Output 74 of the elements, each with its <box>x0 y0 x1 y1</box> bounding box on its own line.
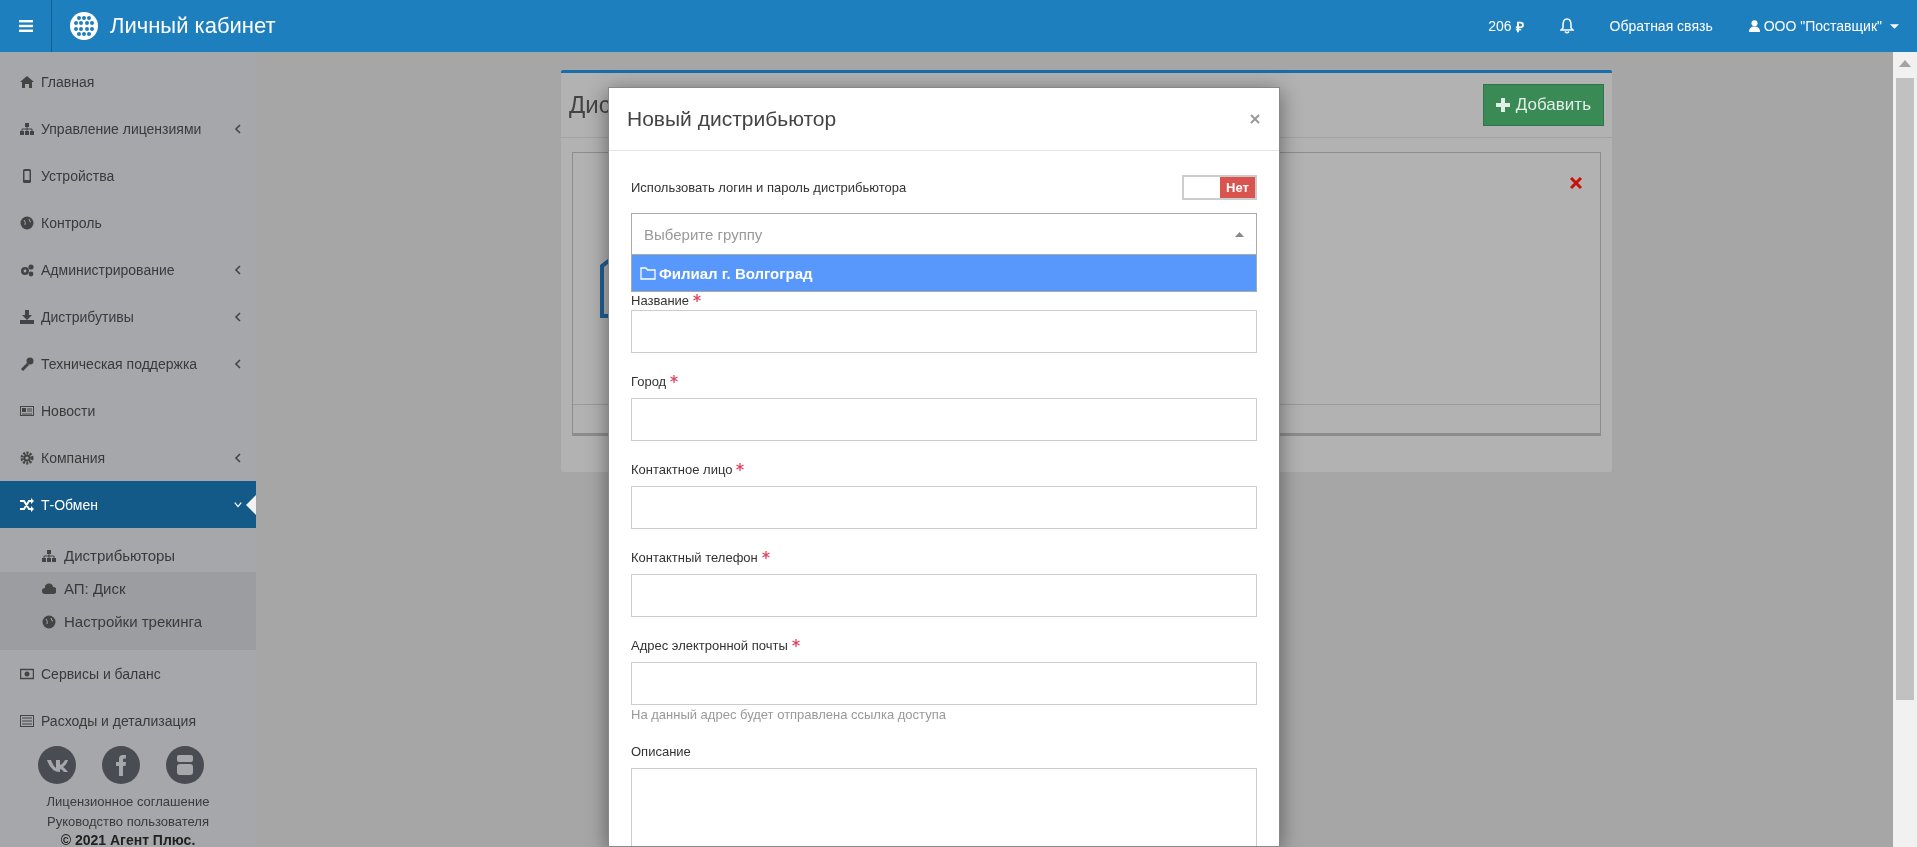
field-label: Контактный телефон <box>631 549 758 567</box>
newspaper-icon <box>20 403 34 418</box>
download-icon <box>20 309 34 324</box>
close-icon[interactable] <box>1570 177 1582 189</box>
sidebar-item[interactable]: Дистрибутивы <box>0 293 256 340</box>
social-link-icon[interactable] <box>166 746 204 784</box>
phone-icon <box>20 168 34 183</box>
field-label: Контактное лицо <box>631 461 733 479</box>
globe-icon <box>20 215 34 230</box>
page-title: Дис <box>569 91 611 119</box>
balance-amount: 206 <box>1488 18 1512 34</box>
dropdown-option[interactable]: Филиал г. Волгоград <box>632 255 1256 291</box>
sidebar-item[interactable]: Т-Обмен <box>0 481 256 528</box>
sitemap-icon <box>20 121 34 136</box>
bell-icon[interactable] <box>1559 18 1574 34</box>
wrench-icon <box>20 356 34 371</box>
field-label: Использовать логин и пароль дистрибьютора <box>631 180 907 195</box>
sidebar-item[interactable]: Контроль <box>0 199 256 246</box>
active-pointer-icon <box>246 495 256 515</box>
social-link-icon[interactable] <box>102 746 140 784</box>
feedback-link[interactable]: Обратная связь <box>1609 18 1713 34</box>
sidebar-item[interactable]: Управление лицензиями <box>0 105 256 152</box>
input-field[interactable] <box>631 662 1257 705</box>
submenu-item[interactable]: Настройки трекинга <box>0 605 256 638</box>
scrollbar-thumb[interactable] <box>1896 78 1914 700</box>
balance-link[interactable]: 206 ₽ <box>1488 16 1524 36</box>
cloud-icon <box>42 581 56 596</box>
sidebar-item[interactable]: Устройства <box>0 152 256 199</box>
sidebar-item[interactable]: Администрирование <box>0 246 256 293</box>
caret-up-icon <box>1235 231 1244 237</box>
menu-icon <box>18 20 33 32</box>
sidebar-item[interactable]: Новости <box>0 387 256 434</box>
field-label: Город <box>631 373 667 391</box>
input-field[interactable] <box>631 398 1257 441</box>
input-field[interactable] <box>631 310 1257 353</box>
input-field[interactable] <box>631 486 1257 529</box>
currency-sign: ₽ <box>1515 17 1524 36</box>
add-button[interactable]: Добавить <box>1482 84 1604 126</box>
sidebar-item[interactable]: Компания <box>0 434 256 481</box>
plus-icon <box>1495 98 1510 112</box>
field-label: Адрес электронной почты <box>631 637 788 655</box>
social-link-icon[interactable] <box>38 746 76 784</box>
banknote-icon <box>20 666 34 681</box>
user-menu[interactable]: ООО "Поставщик" <box>1748 18 1899 34</box>
sidebar-item[interactable]: Главная <box>0 58 256 105</box>
gear-icon <box>20 450 34 465</box>
close-icon[interactable] <box>1249 113 1261 125</box>
shuffle-icon <box>20 497 34 512</box>
sidebar-item[interactable]: Сервисы и баланс <box>0 650 256 697</box>
submenu-item[interactable]: Дистрибьюторы <box>0 528 256 572</box>
sitemap-icon <box>42 548 56 563</box>
submenu-item[interactable]: АП: Диск <box>0 572 256 605</box>
app-title: Личный кабинет <box>110 13 276 39</box>
gears-icon <box>20 262 34 277</box>
globe-icon <box>42 614 56 629</box>
home-icon <box>20 74 34 89</box>
footer-link[interactable]: Лицензионное соглашение <box>46 792 210 812</box>
field-label: Название <box>631 292 690 310</box>
input-field[interactable] <box>631 574 1257 617</box>
group-select[interactable]: Выберите группу <box>631 213 1257 255</box>
footer-link[interactable]: Руководство пользователя <box>47 812 209 832</box>
caret-icon <box>1890 23 1899 29</box>
folder-icon <box>640 266 656 280</box>
toggle-switch[interactable]: Нет <box>1182 175 1257 200</box>
copyright-text: © 2021 Агент Плюс. <box>60 832 196 847</box>
dialog-title: Новый дистрибьютор <box>627 107 837 131</box>
field-label: Описание <box>631 743 691 761</box>
sidebar-item[interactable]: Расходы и детализация <box>0 697 256 744</box>
logo-icon <box>70 12 98 40</box>
scroll-up-icon[interactable] <box>1899 60 1911 67</box>
help-text: На данный адрес будет отправлена ссылка доступа <box>631 707 947 723</box>
user-icon <box>1748 20 1760 32</box>
sidebar-item[interactable]: Техническая поддержка <box>0 340 256 387</box>
list-icon <box>20 713 34 728</box>
